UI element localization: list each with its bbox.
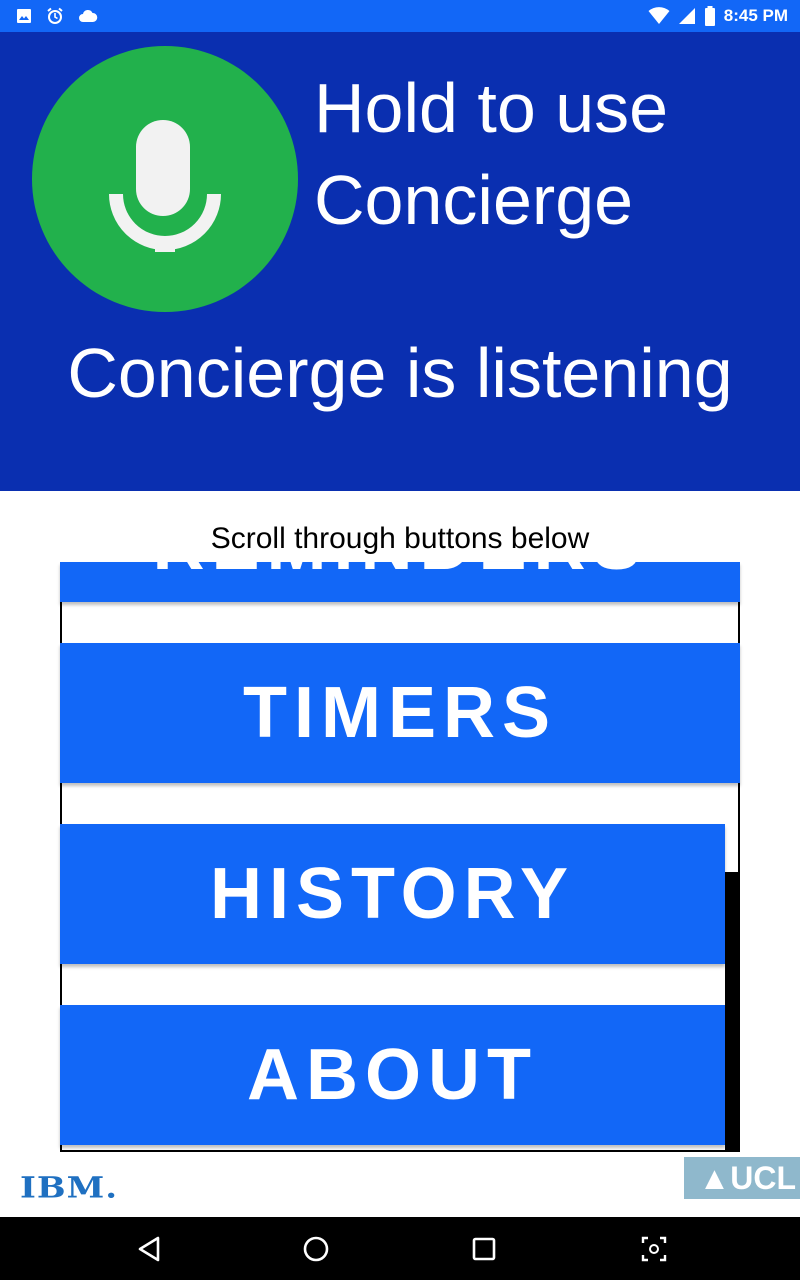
scroll-hint: Scroll through buttons below [210,522,590,555]
ucl-logo: ▲UCL [684,1157,800,1199]
header-panel: Hold to use Concierge Concierge is liste… [0,32,800,491]
hold-to-use-title: Hold to use Concierge [314,69,669,239]
about-button-label: ABOUT [247,1035,538,1115]
microphone-icon [109,120,221,252]
listening-status: Concierge is listening [67,334,733,412]
history-button[interactable]: HISTORY [60,824,725,964]
wifi-icon [648,7,670,24]
cloud-icon [79,9,98,22]
alarm-icon [47,7,63,24]
scrollbar[interactable] [725,872,740,1150]
ibm-logo: IBM. [20,1171,119,1205]
image-icon [17,9,31,23]
home-icon[interactable] [300,1233,332,1265]
battery-icon [704,6,715,26]
status-bar: 8:45 PM [0,0,800,32]
timers-button-label: TIMERS [242,673,557,753]
signal-icon [678,8,695,24]
reminders-button-label: REMINDERS [152,562,647,586]
back-icon[interactable] [134,1233,166,1265]
hold-to-talk-button[interactable] [32,46,298,312]
recents-icon[interactable] [468,1233,500,1265]
screenshot-icon[interactable] [638,1233,670,1265]
history-button-label: HISTORY [209,854,576,934]
navigation-bar [0,1217,800,1280]
timers-button[interactable]: TIMERS [60,643,740,783]
status-time: 8:45 PM [723,6,788,25]
about-button[interactable]: ABOUT [60,1005,725,1145]
reminders-button[interactable]: REMINDERS [60,562,740,602]
